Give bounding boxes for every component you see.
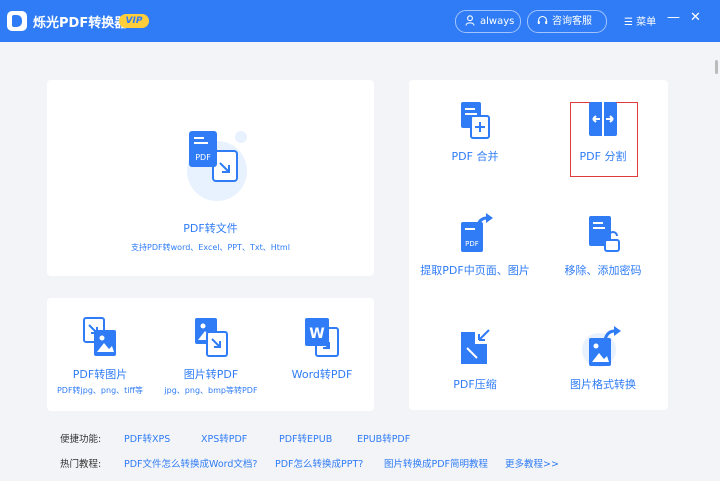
pdf-to-image-label: PDF转图片 (72, 368, 128, 381)
lock-icon (589, 216, 620, 252)
image-to-pdf-icon (195, 318, 228, 357)
tutorials-label: 热门教程: (60, 459, 102, 470)
scrollbar-thumb[interactable] (715, 60, 718, 74)
password-tool[interactable]: 移除、添加密码 (549, 212, 657, 278)
headset-icon (537, 11, 548, 32)
epub-to-pdf-link[interactable]: EPUB转PDF (357, 431, 410, 445)
title-bar: 烁光PDF转换器 VIP always 咨询客服 ☰ 菜单 — ✕ (0, 0, 720, 42)
extract-pages-label: 提取PDF中页面、图片 (420, 264, 530, 277)
svg-text:PDF: PDF (195, 153, 211, 162)
pdf-to-epub-link[interactable]: PDF转EPUB (279, 431, 332, 445)
pdf-to-file-label: PDF转文件 (183, 222, 238, 235)
pdf-to-image-icon (83, 317, 116, 356)
pdf-compress-label: PDF压缩 (453, 378, 497, 391)
conversion-tools-card: PDF转图片 PDF转jpg、png、tiff等 图片转PDF jpg、png、… (47, 298, 374, 411)
image-to-pdf-label: 图片转PDF (183, 368, 239, 381)
user-icon (465, 11, 475, 32)
pdf-to-xps-link[interactable]: PDF转XPS (124, 431, 170, 445)
pdf-compress-tool[interactable]: PDF压缩 (431, 326, 519, 392)
menu-button[interactable]: ☰ 菜单 (624, 13, 656, 28)
tutorial-image-to-pdf-link[interactable]: 图片转换成PDF简明教程 (384, 456, 488, 470)
pdf-split-tool[interactable]: PDF 分割 (559, 98, 647, 164)
menu-label: 菜单 (636, 17, 657, 28)
compress-icon (461, 329, 490, 364)
image-format-label: 图片格式转换 (570, 378, 636, 391)
user-name: always (480, 16, 515, 27)
pdf-to-image-desc: PDF转jpg、png、tiff等 (56, 386, 144, 395)
image-to-pdf-tool[interactable]: 图片转PDF jpg、png、bmp等转PDF (163, 316, 259, 396)
pdf-merge-label: PDF 合并 (451, 150, 499, 163)
tutorial-pdf-to-ppt-link[interactable]: PDF怎么转换成PPT? (275, 456, 363, 470)
pdf-to-file-desc: 支持PDF转word、Excel、PPT、Txt、Html (131, 243, 290, 252)
split-icon (589, 99, 617, 141)
image-convert-icon (582, 326, 621, 367)
svg-text:PDF: PDF (465, 240, 479, 248)
user-account-button[interactable]: always (455, 10, 521, 33)
word-to-pdf-label: Word转PDF (291, 368, 353, 381)
xps-to-pdf-link[interactable]: XPS转PDF (201, 431, 247, 445)
customer-service-label: 咨询客服 (552, 16, 592, 27)
merge-icon (461, 102, 490, 139)
pdf-tools-card: PDF 合并 PDF 分割 PDF 提取PDF中页面、图片 移除、添加密码 PD… (409, 80, 668, 410)
more-tutorials-link[interactable]: 更多教程>> (505, 456, 559, 470)
pdf-merge-tool[interactable]: PDF 合并 (431, 98, 519, 164)
image-to-pdf-desc: jpg、png、bmp等转PDF (164, 386, 258, 395)
word-to-pdf-tool[interactable]: W Word转PDF (277, 316, 367, 382)
pdf-to-file-icon: PDF (179, 123, 259, 203)
menu-icon: ☰ (624, 17, 633, 28)
tutorial-pdf-to-word-link[interactable]: PDF文件怎么转换成Word文档? (124, 456, 257, 470)
app-title: 烁光PDF转换器 (33, 16, 128, 31)
pdf-to-image-tool[interactable]: PDF转图片 PDF转jpg、png、tiff等 (55, 316, 145, 396)
customer-service-button[interactable]: 咨询客服 (527, 10, 607, 33)
image-format-tool[interactable]: 图片格式转换 (555, 326, 651, 392)
word-to-pdf-icon: W (305, 318, 339, 357)
pdf-split-label: PDF 分割 (579, 150, 627, 163)
extract-icon: PDF (461, 213, 493, 252)
app-logo-icon (7, 11, 27, 31)
svg-text:W: W (309, 326, 324, 342)
minimize-button[interactable]: — (667, 10, 680, 25)
vip-badge[interactable]: VIP (119, 14, 149, 28)
extract-pages-tool[interactable]: PDF 提取PDF中页面、图片 (413, 212, 537, 278)
pdf-to-file-card[interactable]: PDF PDF转文件 支持PDF转word、Excel、PPT、Txt、Html (47, 80, 374, 276)
password-label: 移除、添加密码 (564, 264, 642, 277)
close-button[interactable]: ✕ (690, 10, 701, 25)
shortcuts-label: 便捷功能: (60, 434, 102, 445)
